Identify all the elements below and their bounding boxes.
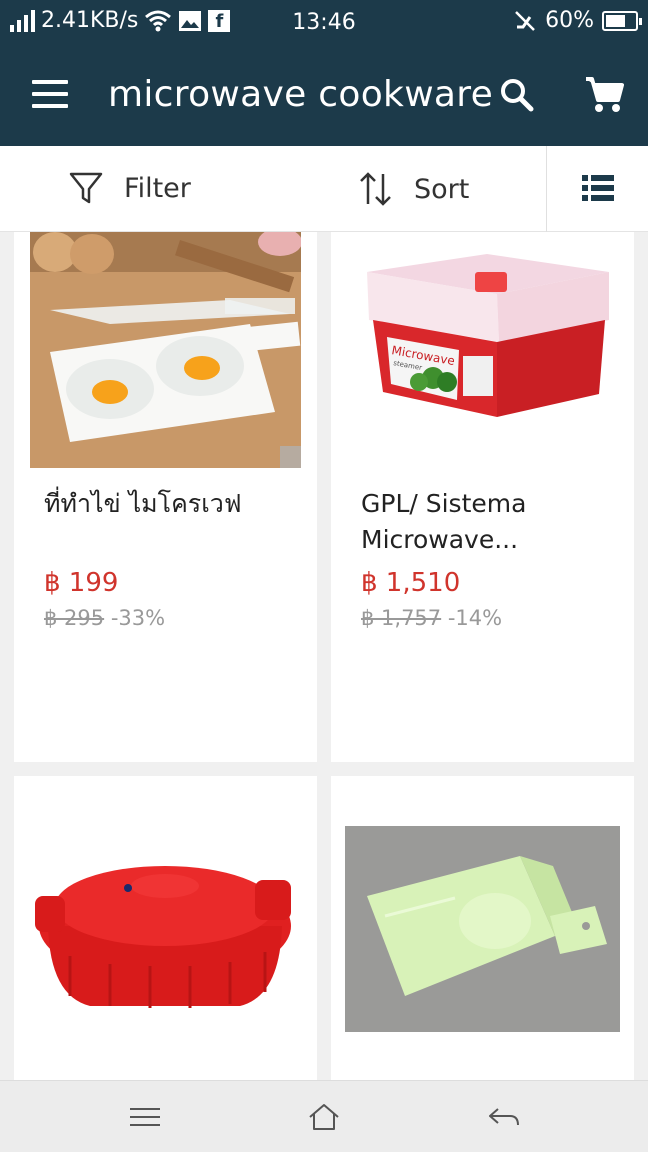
product-image — [30, 836, 301, 1026]
product-old-price-row: ฿ 295 -33% — [44, 606, 165, 630]
battery-icon — [602, 10, 642, 31]
product-card[interactable] — [331, 776, 634, 1086]
menu-nav-icon[interactable] — [130, 1107, 160, 1127]
page-title: microwave cookware — [108, 74, 494, 115]
status-bar: 2.41KB/s f 13:46 60% — [0, 0, 648, 44]
product-image: Microwave steamer — [347, 232, 618, 468]
home-icon[interactable] — [308, 1103, 340, 1131]
filter-label: Filter — [124, 172, 191, 204]
list-view-icon[interactable] — [582, 174, 614, 202]
product-old-price-row: ฿ 1,757 -14% — [361, 606, 502, 630]
product-price: ฿ 1,510 — [361, 568, 461, 598]
product-price: ฿ 199 — [44, 568, 119, 598]
system-nav-bar — [0, 1080, 648, 1152]
product-card[interactable] — [14, 776, 317, 1086]
sort-label: Sort — [414, 173, 470, 205]
product-name: GPL/ Sistema Microwave... — [361, 489, 527, 554]
cart-icon[interactable] — [584, 76, 624, 114]
divider — [546, 146, 547, 232]
filter-bar: Filter Sort — [0, 146, 648, 232]
menu-icon[interactable] — [32, 80, 68, 108]
back-icon[interactable] — [488, 1105, 520, 1129]
product-old-price: ฿ 295 — [44, 606, 105, 630]
battery-percent: 60% — [545, 8, 594, 33]
search-icon[interactable] — [500, 78, 534, 112]
mute-icon — [515, 10, 535, 31]
product-name: ที่ทำไข่ ไมโครเวฟ — [44, 489, 242, 518]
product-discount: -14% — [447, 606, 503, 630]
status-right: 60% — [513, 8, 642, 33]
filter-icon — [69, 172, 103, 204]
app-bar: microwave cookware — [0, 44, 648, 146]
product-old-price: ฿ 1,757 — [361, 606, 442, 630]
product-card[interactable]: ที่ทำไข่ ไมโครเวฟ ฿ 199 ฿ 295 -33% — [14, 232, 317, 762]
product-discount: -33% — [110, 606, 166, 630]
filter-button[interactable]: Filter — [68, 170, 191, 206]
product-card[interactable]: Microwave steamer GPL/ Sistema Microwave… — [331, 232, 634, 762]
sort-button[interactable]: Sort — [358, 170, 469, 208]
product-image — [30, 232, 301, 468]
sort-icon — [360, 172, 391, 206]
product-image — [345, 826, 620, 1032]
